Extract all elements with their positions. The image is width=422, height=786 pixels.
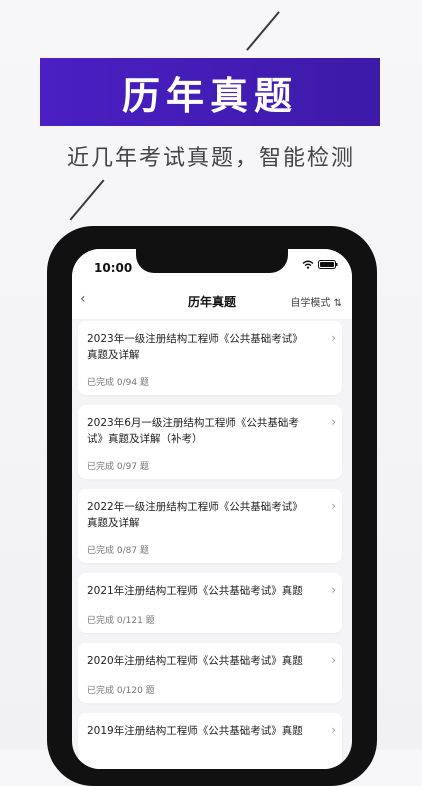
paper-progress: 已完成 0/120 题 xyxy=(87,686,155,696)
paper-title: 2020年注册结构工程师《公共基础考试》真题 xyxy=(87,655,303,667)
status-time: 10:00 xyxy=(94,261,133,275)
decorative-line-top xyxy=(246,11,280,51)
status-bar: 10:00 xyxy=(72,249,352,283)
hero-banner: 历年真题 xyxy=(40,58,380,126)
paper-progress: 已完成 0/97 题 xyxy=(87,462,149,472)
paper-title: 2021年注册结构工程师《公共基础考试》真题 xyxy=(87,585,303,597)
paper-card[interactable]: 2023年一级注册结构工程师《公共基础考试》真题及详解 已完成 0/94 题 › xyxy=(78,321,342,395)
hero-subtitle: 近几年考试真题，智能检测 xyxy=(66,146,355,171)
hero-title: 历年真题 xyxy=(121,73,298,118)
decorative-line-bottom xyxy=(69,179,105,221)
wifi-icon xyxy=(302,260,314,269)
chevron-right-icon: › xyxy=(331,499,336,513)
chevron-right-icon: › xyxy=(331,583,336,597)
paper-card[interactable]: 2020年注册结构工程师《公共基础考试》真题 已完成 0/120 题 › xyxy=(78,643,342,703)
paper-card[interactable]: 2022年一级注册结构工程师《公共基础考试》真题及详解 已完成 0/87 题 › xyxy=(78,489,342,563)
paper-progress: 已完成 0/87 题 xyxy=(87,546,149,556)
battery-icon xyxy=(318,260,338,269)
chevron-right-icon: › xyxy=(331,415,336,429)
phone-screen: 10:00 ‹ 历年真题 自学模式 ⇅ 2023年一级注册结构工程师《公共基础考… xyxy=(72,249,352,769)
paper-progress: 已完成 0/94 题 xyxy=(87,378,149,388)
paper-title: 2023年一级注册结构工程师《公共基础考试》真题及详解 xyxy=(87,333,303,361)
paper-card[interactable]: 2021年注册结构工程师《公共基础考试》真题 已完成 0/121 题 › xyxy=(78,573,342,633)
chevron-right-icon: › xyxy=(331,653,336,667)
study-mode-toggle[interactable]: 自学模式 ⇅ xyxy=(290,294,342,309)
paper-progress: 已完成 0/121 题 xyxy=(87,616,155,626)
paper-title: 2023年6月一级注册结构工程师《公共基础考试》真题及详解（补考） xyxy=(87,417,299,445)
paper-title: 2022年一级注册结构工程师《公共基础考试》真题及详解 xyxy=(87,501,303,529)
paper-card[interactable]: 2019年注册结构工程师《公共基础考试》真题 › xyxy=(78,713,342,769)
status-icons xyxy=(302,260,338,269)
chevron-right-icon: › xyxy=(331,331,336,345)
paper-card[interactable]: 2023年6月一级注册结构工程师《公共基础考试》真题及详解（补考） 已完成 0/… xyxy=(78,405,342,479)
notch xyxy=(136,249,288,273)
chevron-right-icon: › xyxy=(331,723,336,737)
paper-title: 2019年注册结构工程师《公共基础考试》真题 xyxy=(87,725,303,737)
nav-bar: ‹ 历年真题 自学模式 ⇅ xyxy=(72,283,352,320)
